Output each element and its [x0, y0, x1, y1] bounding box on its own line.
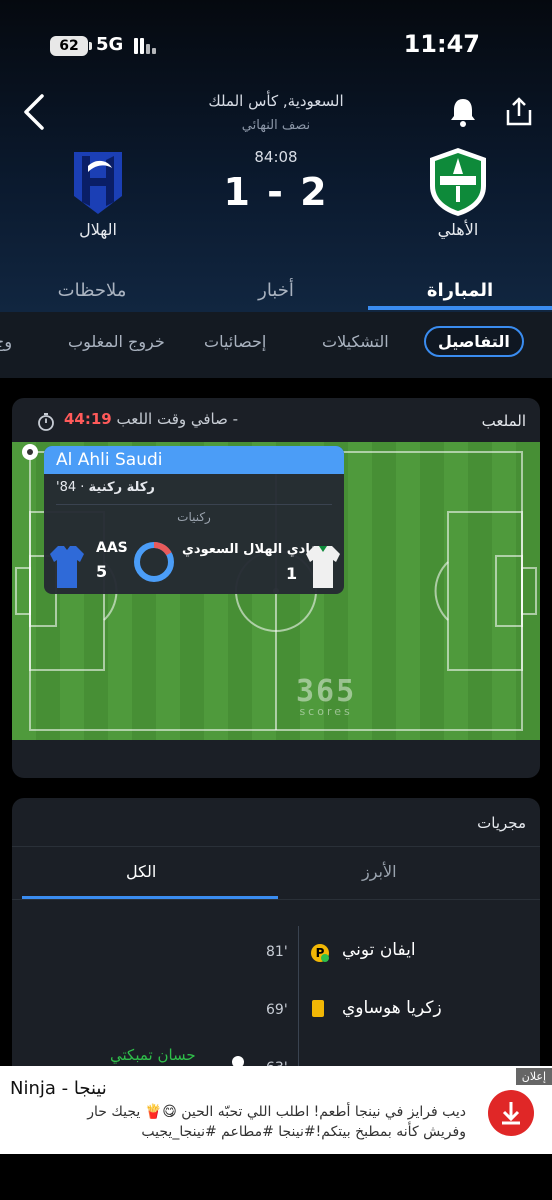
home-team-logo[interactable] — [426, 146, 490, 218]
ad-text-line1: ديب فرايز في نينجا أطعم! اطلب اللي تحبّه… — [87, 1104, 466, 1120]
subtab-lineups[interactable]: التشكيلات — [322, 332, 389, 351]
events-card: مجريات الأبرز الكل 81' P ايفان توني 69' … — [12, 798, 540, 1098]
events-timeline — [298, 926, 299, 1086]
popup-event-minute: '84 — [56, 480, 77, 495]
watermark-logo: 365 scores — [296, 674, 356, 718]
home-value: 1 — [286, 564, 298, 583]
away-team-logo[interactable] — [66, 146, 130, 218]
popup-stat-label: ركنيات — [177, 510, 211, 524]
notifications-button[interactable] — [448, 96, 478, 128]
status-time: 11:47 — [403, 30, 480, 58]
events-tabs-divider — [12, 846, 540, 847]
popup-event-name: ركلة ركنية — [88, 480, 155, 495]
ad-title[interactable]: Ninja - نينجا — [10, 1078, 107, 1099]
home-label: نادي الهلال السعودي — [182, 542, 316, 557]
event-player[interactable]: ايفان توني — [342, 940, 416, 960]
penalty-icon: P — [311, 944, 329, 962]
match-minute: 84:08 — [254, 148, 298, 166]
away-team-name[interactable]: الهلال — [38, 220, 158, 239]
battery-indicator: 62 — [50, 36, 92, 56]
stopwatch-icon — [38, 413, 54, 431]
popup-team: Al Ahli Saudi — [44, 446, 344, 474]
share-button[interactable] — [504, 96, 534, 128]
network-label: 5G — [96, 34, 124, 55]
net-playing-time: 44:19 صافي وقت اللعب - — [64, 410, 238, 428]
ad-badge: إعلان — [515, 1068, 552, 1085]
watermark-number: 365 — [296, 674, 357, 709]
tab-news[interactable]: أخبار — [196, 280, 356, 301]
status-bar: 62 5G 11:47 — [0, 28, 552, 64]
event-minute: 81' — [266, 944, 288, 960]
bell-icon — [451, 99, 475, 127]
event-minute: 69' — [266, 1002, 288, 1018]
back-button[interactable] — [20, 92, 50, 132]
away-label: AAS — [96, 540, 128, 556]
corner-event-popup[interactable]: Al Ahli Saudi '84 · ركلة ركنية ركنيات AA… — [44, 446, 344, 594]
tab-match[interactable]: المباراة — [380, 280, 540, 301]
active-tab-indicator — [368, 306, 552, 310]
events-title: مجريات — [477, 814, 526, 832]
away-jersey-icon — [50, 546, 84, 588]
download-icon — [502, 1102, 520, 1125]
watermark-text: scores — [299, 705, 353, 718]
tab-notes[interactable]: ملاحظات — [12, 280, 172, 301]
subtab-stats[interactable]: إحصائيات — [204, 332, 266, 351]
chevron-left-icon — [24, 94, 44, 130]
event-player[interactable]: حسان تمبكتي — [110, 1046, 196, 1064]
subtab-knockout[interactable]: خروج المغلوب — [68, 332, 165, 351]
sub-tabs: التفاصيل التشكيلات إحصائيات خروج المغلوب… — [0, 312, 552, 378]
competition-stage: نصف النهائي — [241, 118, 311, 133]
subtab-more[interactable]: وج — [0, 332, 12, 351]
match-score: 1 - 2 — [223, 170, 329, 214]
corners-donut-chart — [134, 542, 174, 582]
match-header: 62 5G 11:47 السعودية, كأس الملك نصف النه… — [0, 0, 552, 312]
tab-all[interactable]: الكل — [126, 862, 156, 881]
tab-highlights[interactable]: الأبرز — [362, 862, 397, 881]
main-tabs: المباراة أخبار ملاحظات — [0, 276, 552, 312]
yellow-card-icon — [312, 1000, 324, 1017]
ad-download-button[interactable] — [488, 1090, 534, 1136]
popup-event: '84 · ركلة ركنية — [56, 480, 155, 495]
event-player[interactable]: زكريا هوساوي — [342, 998, 442, 1018]
ad-text-line2: وفريش كأنه بمطبخ بيتكم!#نينجا #مطاعم #ني… — [141, 1124, 466, 1140]
subtab-details[interactable]: التفاصيل — [424, 326, 524, 357]
net-time-value: 44:19 — [64, 410, 112, 428]
events-divider — [12, 899, 540, 900]
ad-banner[interactable]: إعلان Ninja - نينجا ديب فرايز في نينجا أ… — [0, 1066, 552, 1154]
competition-name[interactable]: السعودية, كأس الملك — [150, 92, 402, 110]
signal-icon — [134, 38, 158, 54]
home-jersey-icon — [306, 546, 340, 588]
pitch-card-title: الملعب — [481, 412, 526, 430]
away-value: 5 — [96, 562, 108, 581]
home-team-name[interactable]: الأهلي — [398, 220, 518, 239]
net-time-label: صافي وقت اللعب - — [116, 410, 239, 428]
share-icon — [506, 97, 532, 126]
popup-divider — [56, 504, 332, 505]
